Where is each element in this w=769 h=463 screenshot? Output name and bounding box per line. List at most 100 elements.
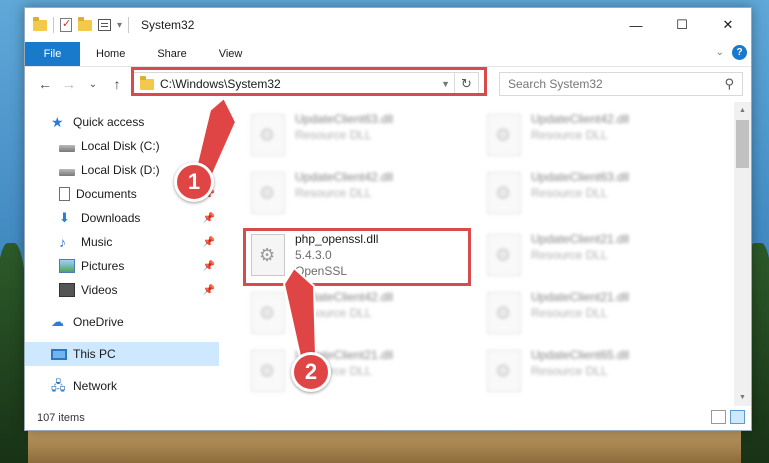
minimize-button[interactable]: — xyxy=(613,8,659,42)
file-item[interactable]: UpdateClient63.dll Resource DLL xyxy=(247,110,477,168)
step-1-badge: 1 xyxy=(174,162,214,202)
sidebar-item-label: Quick access xyxy=(73,115,145,129)
sidebar-item-label: Videos xyxy=(81,283,118,297)
sidebar-item-label: Music xyxy=(81,235,113,249)
file-type: Resource DLL xyxy=(295,186,372,200)
file-highlight-box xyxy=(243,228,471,286)
file-type: Resource DLL xyxy=(531,128,608,142)
file-type: Resource DLL xyxy=(531,306,608,320)
sidebar-item-music[interactable]: ♪ Music 📌 xyxy=(25,230,219,254)
folder-icon xyxy=(33,16,47,31)
file-type: Resource DLL xyxy=(531,186,608,200)
file-name: UpdateClient63.dll xyxy=(295,112,394,126)
hard-drive-icon xyxy=(59,144,75,152)
window-title: System32 xyxy=(141,18,195,32)
sidebar-item-label: Documents xyxy=(76,187,137,201)
file-item[interactable]: UpdateClient63.dll Resource DLL xyxy=(483,168,713,226)
scroll-up-icon[interactable]: ▲ xyxy=(734,102,751,119)
window-controls: — ☐ ✕ xyxy=(613,8,751,42)
sidebar-item-label: Network xyxy=(73,379,118,393)
sidebar-item-label: Downloads xyxy=(81,211,141,225)
dll-file-icon xyxy=(487,292,521,334)
scroll-thumb[interactable] xyxy=(736,120,749,168)
file-name: UpdateClient21.dll xyxy=(531,232,630,246)
dll-file-icon xyxy=(487,350,521,392)
file-type: Resource DLL xyxy=(295,128,372,142)
main-content: ★ Quick access Local Disk (C:) 📌 Local D… xyxy=(25,102,751,406)
sidebar-item-downloads[interactable]: ⬇ Downloads 📌 xyxy=(25,206,219,230)
video-icon xyxy=(59,283,75,297)
picture-icon xyxy=(59,259,75,273)
file-item[interactable]: UpdateClient21.dll Resource DLL xyxy=(483,288,713,346)
cloud-icon: ☁ xyxy=(51,314,64,329)
toolbar-divider xyxy=(53,17,54,33)
file-item[interactable]: UpdateClient42.dll Resource DLL xyxy=(247,168,477,226)
sidebar-item-onedrive[interactable]: ☁ OneDrive xyxy=(25,310,219,334)
recent-locations-icon[interactable]: ⌄ xyxy=(81,79,105,90)
star-icon: ★ xyxy=(51,114,64,130)
pin-icon[interactable]: 📌 xyxy=(203,285,215,296)
tab-share[interactable]: Share xyxy=(141,42,202,66)
hard-drive-icon xyxy=(59,168,75,176)
file-item[interactable]: UpdateClient42.dll Resource DLL xyxy=(483,110,713,168)
help-icon[interactable]: ? xyxy=(732,45,747,60)
tab-file[interactable]: File xyxy=(25,42,80,66)
file-item[interactable]: UpdateClient65.dll Resource DLL xyxy=(483,346,713,404)
file-name: UpdateClient65.dll xyxy=(531,348,630,362)
ribbon-tabs: File Home Share View ⌄ ? xyxy=(25,42,751,66)
up-arrow-icon[interactable]: ↑ xyxy=(105,76,129,92)
close-button[interactable]: ✕ xyxy=(705,8,751,42)
dll-file-icon xyxy=(487,172,521,214)
pin-icon[interactable]: 📌 xyxy=(203,213,215,224)
search-input[interactable]: Search System32 xyxy=(508,77,603,91)
view-toggle xyxy=(711,410,745,424)
customize-toolbar-icon[interactable] xyxy=(98,19,111,31)
file-item[interactable]: UpdateClient21.dll Resource DLL xyxy=(247,346,477,404)
file-name: UpdateClient21.dll xyxy=(531,290,630,304)
file-name: UpdateClient42.dll xyxy=(295,170,394,184)
search-box[interactable]: Search System32 ⚲ xyxy=(499,72,743,96)
file-item[interactable]: UpdateClient42.dll Resource DLL xyxy=(247,288,477,346)
file-name: UpdateClient63.dll xyxy=(531,170,630,184)
forward-arrow-icon[interactable]: → xyxy=(57,76,81,92)
maximize-button[interactable]: ☐ xyxy=(659,8,705,42)
dll-file-icon xyxy=(251,172,285,214)
tab-home[interactable]: Home xyxy=(80,42,141,66)
sidebar-item-quick-access[interactable]: ★ Quick access xyxy=(25,110,219,134)
sidebar-item-local-disk-c[interactable]: Local Disk (C:) 📌 xyxy=(25,134,219,158)
address-highlight-box xyxy=(131,67,487,96)
file-type: Resource DLL xyxy=(531,364,608,378)
properties-check-icon[interactable] xyxy=(60,17,72,32)
sidebar-item-this-pc[interactable]: This PC xyxy=(25,342,219,366)
tab-view[interactable]: View xyxy=(203,42,259,66)
sidebar-item-label: Local Disk (C:) xyxy=(81,139,160,153)
item-count: 107 items xyxy=(37,412,85,424)
dll-file-icon xyxy=(487,234,521,276)
pin-icon[interactable]: 📌 xyxy=(203,261,215,272)
music-note-icon: ♪ xyxy=(59,234,66,250)
network-icon: 🖧 xyxy=(51,378,66,393)
pin-icon[interactable]: 📌 xyxy=(203,141,215,152)
toolbar-dropdown-icon[interactable]: ▾ xyxy=(117,20,122,31)
sidebar-item-network[interactable]: 🖧 Network xyxy=(25,374,219,398)
computer-icon xyxy=(51,348,67,360)
vertical-scrollbar[interactable]: ▲ ▼ xyxy=(734,102,751,406)
sidebar-item-videos[interactable]: Videos 📌 xyxy=(25,278,219,302)
dll-file-icon xyxy=(487,114,521,156)
file-item[interactable]: UpdateClient21.dll Resource DLL xyxy=(483,230,713,288)
file-type: Resource DLL xyxy=(531,248,608,262)
back-arrow-icon[interactable]: ← xyxy=(33,76,57,92)
scroll-down-icon[interactable]: ▼ xyxy=(734,389,751,406)
step-2-badge: 2 xyxy=(291,352,331,392)
details-view-icon[interactable] xyxy=(711,410,726,424)
new-folder-icon[interactable] xyxy=(78,16,92,31)
dll-file-icon xyxy=(251,350,285,392)
sidebar-item-label: This PC xyxy=(73,347,116,361)
pin-icon[interactable]: 📌 xyxy=(203,237,215,248)
search-icon[interactable]: ⚲ xyxy=(724,76,734,92)
expand-ribbon-icon[interactable]: ⌄ xyxy=(716,47,724,58)
sidebar-item-pictures[interactable]: Pictures 📌 xyxy=(25,254,219,278)
large-icons-view-icon[interactable] xyxy=(730,410,745,424)
sidebar-item-label: OneDrive xyxy=(73,315,124,329)
navigation-pane: ★ Quick access Local Disk (C:) 📌 Local D… xyxy=(25,102,219,406)
